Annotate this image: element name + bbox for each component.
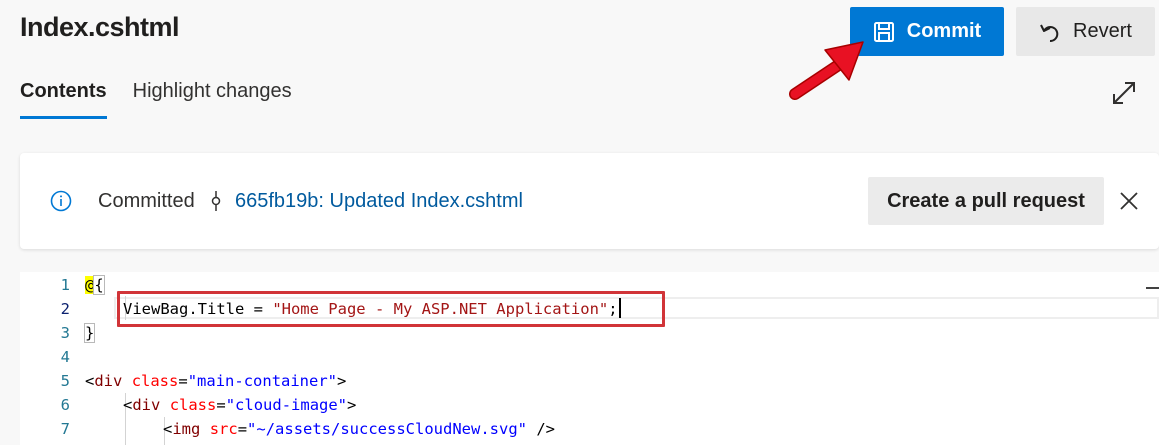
commit-icon: [210, 189, 222, 213]
code-line: 6 <div class="cloud-image">: [20, 393, 1159, 417]
code-text: <: [123, 396, 133, 414]
brace: {: [93, 275, 105, 295]
annotation-arrow-icon: [785, 36, 875, 106]
create-pull-request-button[interactable]: Create a pull request: [868, 177, 1104, 225]
committed-status: Committed: [98, 190, 195, 212]
code-text: =: [237, 420, 248, 438]
annotation-highlight-box: [117, 291, 665, 327]
tab-highlight-changes[interactable]: Highlight changes: [133, 80, 292, 119]
commit-banner: Committed 665fb19b: Updated Index.cshtml…: [20, 153, 1159, 249]
close-icon[interactable]: [1119, 191, 1139, 211]
line-number: 1: [60, 276, 70, 294]
html-tag: div: [132, 396, 161, 414]
code-text: >: [347, 396, 357, 414]
revert-button[interactable]: Revert: [1016, 7, 1155, 56]
code-text: >: [337, 372, 347, 390]
html-attr: src: [209, 420, 238, 438]
attr-value: "cloud-image": [225, 396, 348, 414]
attr-value: "~/assets/successCloudNew.svg": [247, 420, 527, 438]
line-code: }: [83, 321, 96, 345]
expand-icon[interactable]: [1111, 80, 1137, 106]
code-editor[interactable]: 1 @{ 2 ViewBag.Title = "Home Page - My A…: [20, 272, 1159, 445]
line-code: <div class="cloud-image">: [123, 393, 356, 417]
line-number: 5: [60, 372, 70, 390]
razor-at: @: [85, 276, 95, 294]
save-icon: [873, 21, 895, 43]
html-tag: div: [94, 372, 123, 390]
line-number: 3: [60, 324, 70, 342]
html-tag: img: [172, 420, 201, 438]
line-number: 7: [60, 420, 70, 438]
code-text: <: [163, 420, 173, 438]
code-text: <: [85, 372, 95, 390]
code-line: 4: [20, 345, 1159, 369]
html-attr: class: [131, 372, 179, 390]
tab-bar: Contents Highlight changes: [20, 80, 292, 119]
line-code: <img src="~/assets/successCloudNew.svg" …: [163, 417, 555, 441]
line-number: 4: [60, 348, 70, 366]
code-line: 7 <img src="~/assets/successCloudNew.svg…: [20, 417, 1159, 441]
line-number: 6: [60, 396, 70, 414]
commit-link[interactable]: 665fb19b: Updated Index.cshtml: [235, 190, 523, 213]
brace: }: [83, 323, 96, 343]
code-text: />: [527, 420, 555, 438]
code-line: 5 <div class="main-container">: [20, 369, 1159, 393]
line-code: @{: [85, 273, 105, 297]
revert-button-label: Revert: [1073, 20, 1132, 42]
html-attr: class: [169, 396, 217, 414]
attr-value: "main-container": [187, 372, 338, 390]
info-icon: [50, 190, 72, 212]
line-code: <div class="main-container">: [85, 369, 346, 393]
code-text: =: [178, 372, 188, 390]
file-title: Index.cshtml: [20, 12, 180, 42]
tab-contents[interactable]: Contents: [20, 80, 107, 119]
commit-button-label: Commit: [906, 20, 982, 42]
code-text: =: [216, 396, 226, 414]
line-number: 2: [60, 300, 70, 318]
undo-icon: [1039, 21, 1061, 43]
